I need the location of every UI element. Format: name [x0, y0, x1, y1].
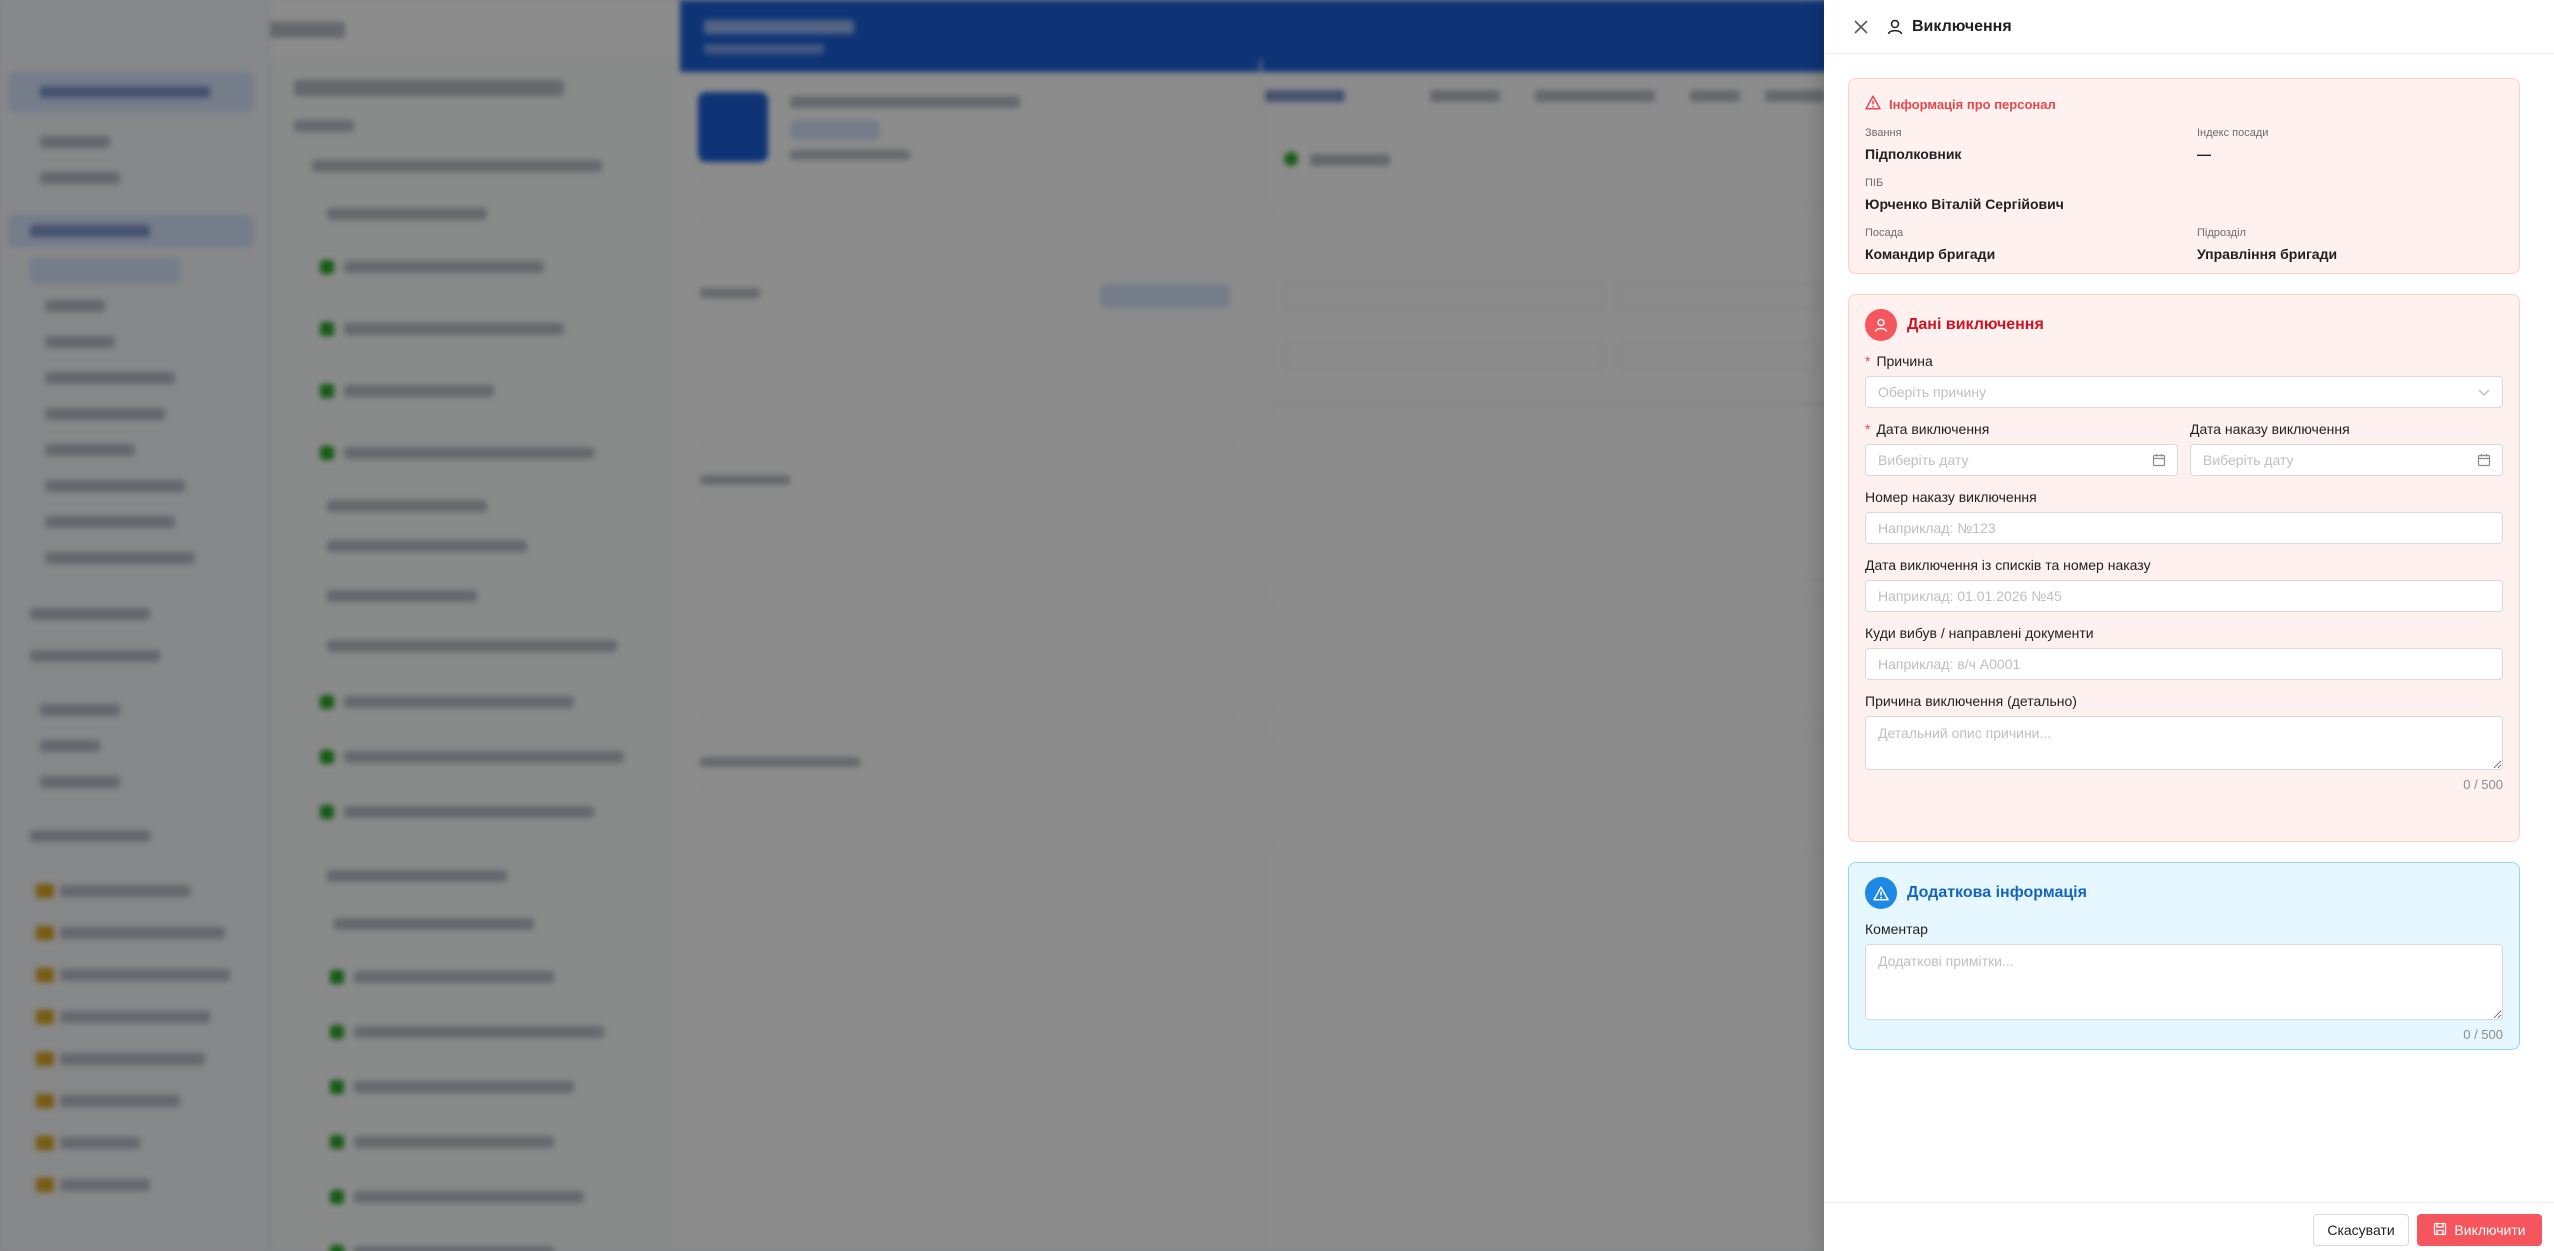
drawer-footer: Скасувати Виключити	[1824, 1202, 2554, 1251]
additional-info-section: Додаткова інформація Коментар 0 / 500	[1848, 862, 2520, 1050]
destination-field: Куди вибув / направлені документи	[1865, 625, 2503, 680]
detail-reason-field: Причина виключення (детально) 0 / 500	[1865, 693, 2503, 792]
position-index-value: —	[2197, 146, 2211, 162]
detail-reason-label: Причина виключення (детально)	[1865, 693, 2077, 709]
drawer-title: Виключення	[1912, 17, 2012, 35]
personnel-info-header: Інформація про персонал	[1865, 93, 2503, 115]
exclusion-data-section: Дані виключення *Причина *Дата виключенн…	[1848, 294, 2520, 842]
unit-info: Підрозділ Управління бригади	[2197, 225, 2529, 275]
reason-field: * Причина	[1865, 353, 2503, 408]
position-index-info: Індекс посади —	[2197, 125, 2529, 175]
warning-icon	[1865, 877, 1897, 909]
exclusion-data-header: Дані виключення	[1865, 309, 2503, 341]
chevron-down-icon	[2477, 385, 2491, 399]
position-label: Посада	[1865, 227, 1904, 239]
cancel-button[interactable]: Скасувати	[2313, 1214, 2409, 1246]
exclusion-data-title: Дані виключення	[1907, 316, 2044, 333]
close-icon[interactable]	[1850, 16, 1872, 38]
modal-mask[interactable]	[0, 0, 1824, 1251]
detail-reason-counter: 0 / 500	[2463, 777, 2503, 792]
name-info: ПІБ Юрченко Віталій Сергійович	[1865, 175, 2529, 225]
drawer-header: Виключення	[1824, 0, 2554, 54]
save-icon	[2433, 1222, 2447, 1239]
warning-icon	[1865, 95, 1881, 113]
destination-input[interactable]	[1865, 648, 2503, 680]
rank-label: Звання	[1865, 127, 1902, 139]
name-value: Юрченко Віталій Сергійович	[1865, 196, 2064, 212]
comment-counter: 0 / 500	[2463, 1027, 2503, 1042]
exclude-button[interactable]: Виключити	[2417, 1214, 2542, 1246]
order-number-input[interactable]	[1865, 512, 2503, 544]
position-value: Командир бригади	[1865, 246, 1996, 262]
user-icon	[1865, 309, 1897, 341]
user-icon	[1886, 18, 1904, 36]
order-date-picker[interactable]	[2190, 444, 2503, 476]
reason-label: * Причина	[1865, 353, 1933, 369]
comment-textarea[interactable]	[1865, 944, 2503, 1020]
reason-select[interactable]	[1865, 376, 2503, 408]
list-date-field: Дата виключення із списків та номер нака…	[1865, 557, 2503, 612]
list-date-label: Дата виключення із списків та номер нака…	[1865, 557, 2151, 573]
personnel-info-section: Інформація про персонал Звання Підполков…	[1848, 78, 2520, 274]
order-number-label: Номер наказу виключення	[1865, 489, 2037, 505]
additional-info-header: Додаткова інформація	[1865, 877, 2503, 909]
personnel-info-title: Інформація про персонал	[1889, 96, 2056, 112]
calendar-icon	[2477, 453, 2491, 467]
unit-value: Управління бригади	[2197, 246, 2338, 262]
list-date-input[interactable]	[1865, 580, 2503, 612]
rank-value: Підполковник	[1865, 146, 1962, 162]
exclude-button-label: Виключити	[2454, 1222, 2526, 1238]
position-index-label: Індекс посади	[2197, 127, 2269, 139]
exclusion-date-picker[interactable]	[1865, 444, 2178, 476]
additional-info-title: Додаткова інформація	[1907, 884, 2087, 901]
comment-field: Коментар 0 / 500	[1865, 921, 2503, 1042]
position-info: Посада Командир бригади	[1865, 225, 2197, 275]
name-label: ПІБ	[1865, 177, 1884, 189]
exclusion-date-label: * Дата виключення	[1865, 421, 1990, 437]
exclusion-drawer: Виключення Інформація про персонал Званн…	[1824, 0, 2554, 1251]
order-number-field: Номер наказу виключення	[1865, 489, 2503, 544]
unit-label: Підрозділ	[2197, 227, 2246, 239]
rank-info: Звання Підполковник	[1865, 125, 2197, 175]
drawer-body: Інформація про персонал Звання Підполков…	[1848, 78, 2520, 1070]
destination-label: Куди вибув / направлені документи	[1865, 625, 2094, 641]
comment-label: Коментар	[1865, 921, 1928, 937]
calendar-icon	[2152, 453, 2166, 467]
exclusion-date-field: * Дата виключення	[1865, 421, 2178, 476]
order-date-label: Дата наказу виключення	[2190, 421, 2350, 437]
order-date-field: Дата наказу виключення	[2190, 421, 2503, 476]
detail-reason-textarea[interactable]	[1865, 716, 2503, 770]
